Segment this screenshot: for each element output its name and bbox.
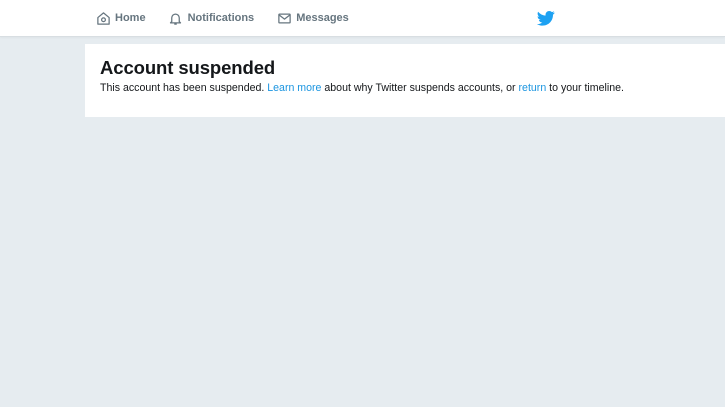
message-text-after: to your timeline. <box>546 82 624 94</box>
message-text-before: This account has been suspended. <box>100 82 268 94</box>
bell-icon <box>168 10 184 26</box>
nav-menu: Home Notifications Messages <box>95 0 371 36</box>
nav-messages-label: Messages <box>296 12 349 24</box>
nav-messages[interactable]: Messages <box>276 0 349 36</box>
learn-more-link[interactable]: Learn more <box>267 82 321 94</box>
nav-notifications[interactable]: Notifications <box>168 0 255 36</box>
twitter-bird-icon[interactable] <box>536 9 555 27</box>
home-icon <box>95 10 111 26</box>
suspension-notice: Account suspended This account has been … <box>85 44 725 117</box>
nav-home-label: Home <box>115 12 146 24</box>
nav-home[interactable]: Home <box>95 0 146 36</box>
top-navigation-bar: Home Notifications Messages <box>0 0 725 37</box>
return-link[interactable]: return <box>519 82 547 94</box>
page-title: Account suspended <box>100 57 276 78</box>
nav-notifications-label: Notifications <box>187 12 255 24</box>
suspension-message: This account has been suspended. Learn m… <box>100 82 624 94</box>
envelope-icon <box>276 10 292 26</box>
message-text-middle: about why Twitter suspends accounts, or <box>321 82 519 94</box>
